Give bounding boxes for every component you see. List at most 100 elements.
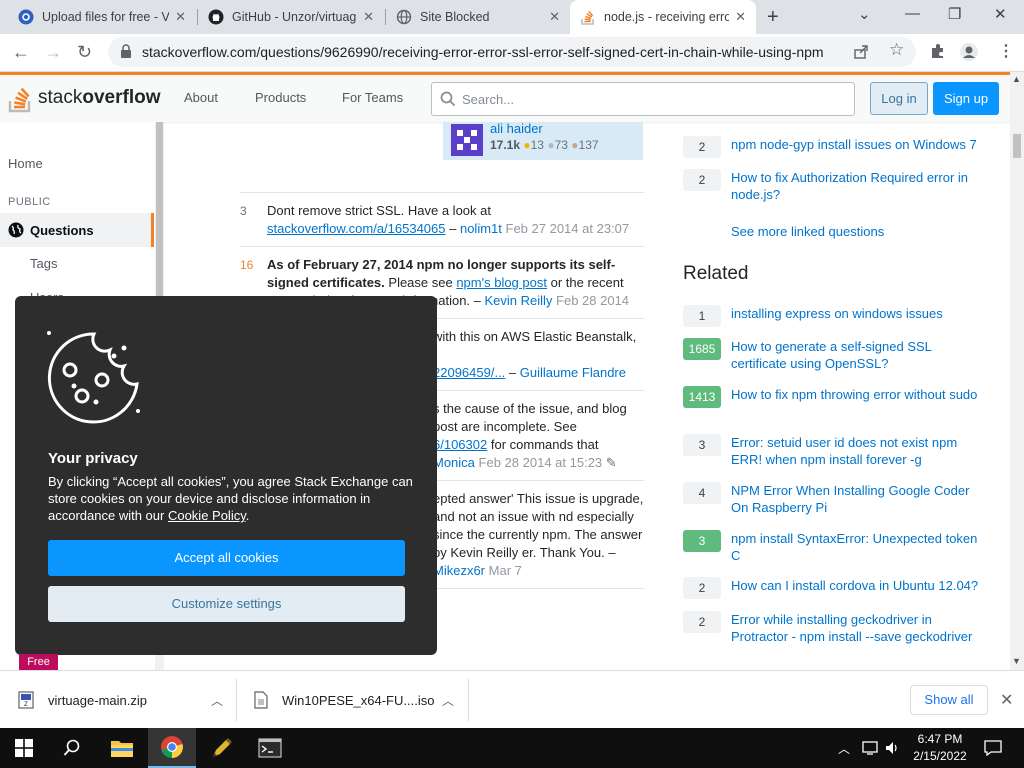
question-link[interactable]: How to fix Authorization Required error … — [731, 169, 981, 203]
new-tab-icon[interactable]: + — [767, 6, 779, 29]
comment-author[interactable]: Monica — [433, 455, 475, 470]
linked-question[interactable]: 2 How to fix Authorization Required erro… — [683, 169, 981, 203]
comment-author[interactable]: Guillaume Flandre — [520, 365, 626, 380]
linked-question[interactable]: 2 npm node-gyp install issues on Windows… — [683, 136, 981, 158]
extensions-icon[interactable] — [929, 42, 947, 60]
comment-author[interactable]: Kevin Reilly — [484, 293, 552, 308]
related-question[interactable]: 1413 How to fix npm throwing error witho… — [683, 386, 981, 408]
question-link[interactable]: installing express on windows issues — [731, 305, 981, 327]
login-button[interactable]: Log in — [870, 82, 928, 115]
comment-date[interactable]: Feb 28 2014 — [556, 293, 629, 308]
related-question[interactable]: 1 installing express on windows issues — [683, 305, 981, 327]
user-avatar[interactable] — [451, 124, 483, 156]
volume-icon[interactable] — [884, 728, 900, 768]
question-link[interactable]: npm node-gyp install issues on Windows 7 — [731, 136, 981, 158]
related-question[interactable]: 2 Error while installing geckodriver in … — [683, 611, 981, 645]
comment-link[interactable]: 6/106302 — [433, 437, 487, 452]
related-question[interactable]: 3 npm install SyntaxError: Unexpected to… — [683, 530, 981, 564]
page-scrollbar[interactable]: ▲ ▼ — [1010, 72, 1024, 670]
sidebar-item-label: Questions — [30, 222, 94, 238]
see-more-linked-link[interactable]: See more linked questions — [731, 224, 884, 239]
tab-search-chevron-icon[interactable]: ⌄ — [858, 5, 871, 23]
question-link[interactable]: How to fix npm throwing error without su… — [731, 386, 981, 408]
tab-github[interactable]: GitHub - Unzor/virtuag ✕ — [198, 0, 384, 34]
nav-products[interactable]: Products — [255, 90, 306, 105]
cookie-policy-link[interactable]: Cookie Policy — [168, 508, 246, 523]
signup-button[interactable]: Sign up — [933, 82, 999, 115]
tab-nodejs-active[interactable]: node.js - receiving erro ✕ — [570, 0, 756, 34]
chrome-taskbar-icon[interactable] — [148, 728, 196, 768]
tray-chevron-up-icon[interactable]: ︿ — [838, 728, 850, 768]
network-icon[interactable] — [862, 728, 880, 768]
related-question[interactable]: 2 How can I install cordova in Ubuntu 12… — [683, 577, 981, 599]
lock-icon[interactable] — [120, 43, 132, 59]
share-icon[interactable] — [852, 43, 870, 61]
related-question[interactable]: 1685 How to generate a self-signed SSL c… — [683, 338, 981, 372]
customize-settings-button[interactable]: Customize settings — [48, 586, 405, 622]
terminal-icon[interactable] — [246, 728, 294, 768]
profile-avatar-icon[interactable] — [959, 42, 979, 62]
question-link[interactable]: How can I install cordova in Ubuntu 12.0… — [731, 577, 981, 599]
edit-pencil-icon[interactable]: ✎ — [606, 455, 617, 470]
windows-start-icon[interactable] — [0, 728, 48, 768]
sidebar-item-questions[interactable]: Questions — [0, 213, 154, 247]
show-all-downloads-button[interactable]: Show all — [910, 685, 988, 715]
close-window-icon[interactable]: ✕ — [994, 5, 1007, 23]
stackoverflow-logo[interactable]: stackoverflow — [8, 83, 160, 113]
close-tab-icon[interactable]: ✕ — [549, 9, 560, 25]
comment-text: Dont remove strict SSL. Have a look at — [267, 203, 491, 218]
browser-menu-icon[interactable]: ⋮ — [998, 41, 1014, 61]
back-icon[interactable]: ← — [12, 42, 30, 63]
system-clock[interactable]: 6:47 PM 2/15/2022 — [904, 731, 976, 765]
comment-text: epted answer' This issue is upgrade, and… — [433, 491, 644, 560]
address-bar[interactable]: stackoverflow.com/questions/9626990/rece… — [108, 37, 916, 67]
notifications-icon[interactable] — [984, 728, 1002, 768]
sidebar-item-tags[interactable]: Tags — [30, 256, 57, 271]
close-download-bar-icon[interactable]: ✕ — [1000, 690, 1013, 710]
user-name-link[interactable]: ali haider — [490, 122, 543, 136]
url-text[interactable]: stackoverflow.com/questions/9626990/rece… — [142, 44, 824, 60]
comment-author[interactable]: Mikezx6r — [433, 563, 485, 578]
chevron-up-icon[interactable]: ︿ — [442, 692, 454, 709]
close-tab-icon[interactable]: ✕ — [175, 9, 186, 25]
scrollbar-thumb[interactable] — [1013, 134, 1021, 158]
download-item[interactable]: Z virtuage-main.zip ︿ — [18, 671, 223, 729]
tab-site-blocked[interactable]: Site Blocked ✕ — [386, 0, 570, 34]
comment-date[interactable]: Feb 28 2014 at 15:23 — [479, 455, 603, 470]
related-question[interactable]: 4 NPM Error When Installing Google Coder… — [683, 482, 981, 516]
scroll-down-icon[interactable]: ▼ — [1012, 656, 1021, 666]
comment-link[interactable]: 22096459/... — [433, 365, 505, 380]
comment-date[interactable]: Mar 7 — [489, 563, 522, 578]
search-input[interactable]: Search... — [431, 82, 855, 116]
question-link[interactable]: How to generate a self-signed SSL certif… — [731, 338, 981, 372]
free-badge: Free — [19, 654, 58, 670]
minimize-icon[interactable]: — — [905, 5, 920, 22]
tab-upload-files[interactable]: Upload files for free - V ✕ — [8, 0, 196, 34]
comment-link[interactable]: stackoverflow.com/a/16534065 — [267, 221, 446, 236]
comment-author[interactable]: nolim1t — [460, 221, 502, 236]
comment-link[interactable]: npm's blog post — [456, 275, 547, 290]
question-link[interactable]: Error: setuid user id does not exist npm… — [731, 434, 981, 468]
scroll-up-icon[interactable]: ▲ — [1012, 74, 1021, 84]
download-item[interactable]: Win10PESE_x64-FU....iso ︿ — [254, 671, 454, 729]
question-link[interactable]: npm install SyntaxError: Unexpected toke… — [731, 530, 981, 564]
question-link[interactable]: NPM Error When Installing Google Coder O… — [731, 482, 981, 516]
accept-all-cookies-button[interactable]: Accept all cookies — [48, 540, 405, 576]
download-separator — [468, 679, 469, 721]
maximize-icon[interactable]: ❐ — [948, 5, 961, 23]
nav-about[interactable]: About — [184, 90, 218, 105]
close-tab-icon[interactable]: ✕ — [735, 9, 746, 25]
forward-icon[interactable]: → — [44, 42, 62, 63]
chevron-up-icon[interactable]: ︿ — [211, 692, 223, 709]
nav-for-teams[interactable]: For Teams — [342, 90, 403, 105]
reload-icon[interactable]: ↻ — [77, 42, 92, 63]
file-explorer-icon[interactable] — [98, 728, 146, 768]
pen-tool-app-icon[interactable] — [198, 728, 246, 768]
related-question[interactable]: 3 Error: setuid user id does not exist n… — [683, 434, 981, 468]
question-link[interactable]: Error while installing geckodriver in Pr… — [731, 611, 981, 645]
close-tab-icon[interactable]: ✕ — [363, 9, 374, 25]
comment-date[interactable]: Feb 27 2014 at 23:07 — [506, 221, 630, 236]
search-icon[interactable] — [48, 728, 96, 768]
bookmark-star-icon[interactable]: ☆ — [889, 40, 904, 60]
sidebar-item-home[interactable]: Home — [8, 156, 43, 171]
